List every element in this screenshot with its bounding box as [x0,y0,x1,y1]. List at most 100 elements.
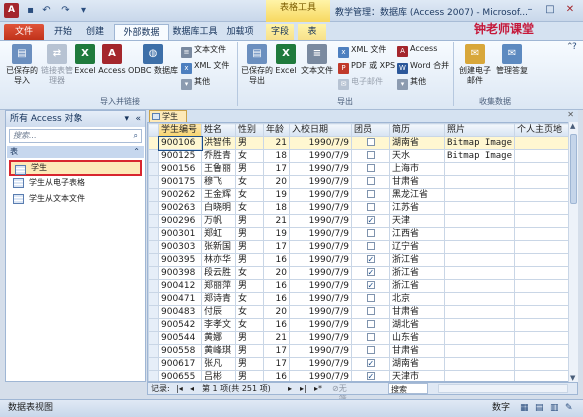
table-row[interactable]: 900412 郑丽萍男 16 1990/7/9 ✓ 浙江省 [148,279,572,293]
table-row[interactable]: 900471 郑诗青女 16 1990/7/9 北京 [148,292,572,306]
homepage-cell[interactable] [514,214,572,228]
table-cell[interactable]: 男 [235,162,264,176]
table-cell[interactable]: 女 [235,318,264,332]
table-cell[interactable]: 女 [235,305,264,319]
member-checkbox[interactable] [366,346,375,354]
member-checkbox-cell[interactable] [351,227,390,241]
member-checkbox[interactable] [366,242,375,250]
table-cell[interactable]: 1990/7/9 [289,149,352,163]
table-cell[interactable]: 上海市 [389,162,445,176]
table-row[interactable]: 900175 穆飞女 20 1990/7/9 甘肃省 [148,175,572,189]
table-cell[interactable]: 1990/7/9 [289,175,352,189]
member-checkbox[interactable] [366,294,375,302]
import-excel-button[interactable]: X Excel [74,44,96,76]
table-cell[interactable] [443,227,516,241]
member-checkbox[interactable] [366,333,375,341]
manage-replies-button[interactable]: ✉ 管理答复 [494,44,530,76]
row-selector[interactable] [148,227,159,241]
redo-icon[interactable]: ↷ [58,3,73,18]
table-cell[interactable]: 男 [235,214,264,228]
scroll-down-icon[interactable]: ▼ [570,374,575,382]
homepage-cell[interactable] [514,188,572,202]
table-cell[interactable]: 21 [263,214,290,228]
minimize-icon[interactable]: – [521,3,539,18]
table-row[interactable]: 900558 黄峰琪男 17 1990/7/9 甘肃省 [148,344,572,358]
table-cell[interactable]: 900301 [158,227,202,241]
table-cell[interactable]: 王鲁丽 [201,162,236,176]
table-cell[interactable]: 乔胜青 [201,149,236,163]
table-cell[interactable]: 1990/7/9 [289,240,352,254]
undo-icon[interactable]: ↶ [39,3,54,18]
last-record-icon[interactable]: ▸| [300,383,307,394]
table-cell[interactable]: 浙江省 [389,253,445,267]
table-cell[interactable]: 900412 [158,279,202,293]
row-selector[interactable] [148,279,159,293]
homepage-cell[interactable] [514,253,572,267]
table-cell[interactable]: 1990/7/9 [289,266,352,280]
row-selector[interactable] [148,253,159,267]
member-checkbox-cell[interactable] [351,149,390,163]
member-checkbox[interactable]: ✓ [366,216,375,225]
table-cell[interactable]: 湖北省 [389,318,445,332]
document-tab-student[interactable]: 学生 [149,110,187,122]
table-cell[interactable] [443,292,516,306]
nav-item-student-from-spreadsheet[interactable]: 学生从电子表格 [9,175,142,191]
table-cell[interactable]: 男 [235,357,264,371]
scrollbar-thumb[interactable] [570,134,577,204]
table-cell[interactable]: 北京 [389,292,445,306]
table-cell[interactable]: 900395 [158,253,202,267]
homepage-cell[interactable] [514,240,572,254]
record-position[interactable]: 第 1 项(共 251 项) [202,383,271,394]
table-row[interactable]: 900617 张凡男 17 1990/7/9 ✓ 湖南省 [148,357,572,371]
table-cell[interactable]: 1990/7/9 [289,344,352,358]
member-checkbox-cell[interactable] [351,344,390,358]
table-cell[interactable]: 天津 [389,214,445,228]
table-row[interactable]: 900542 李孝文女 16 1990/7/9 湖北省 [148,318,572,332]
table-cell[interactable]: 900558 [158,344,202,358]
homepage-cell[interactable] [514,227,572,241]
table-cell[interactable]: 浙江省 [389,279,445,293]
table-cell[interactable]: 男 [235,331,264,345]
nav-item-student-from-text[interactable]: 学生从文本文件 [9,191,142,207]
tab-add-ins[interactable]: 加载项 [222,24,258,40]
close-document-icon[interactable]: ✕ [567,110,574,119]
filter-status[interactable]: ⊘ 无筛选器 [332,383,347,415]
table-cell[interactable]: 万帆 [201,214,236,228]
column-header[interactable]: 个人主页地 [514,123,572,137]
member-checkbox[interactable] [366,307,375,315]
table-cell[interactable]: 900262 [158,188,202,202]
table-cell[interactable]: 付辰 [201,305,236,319]
table-cell[interactable]: 18 [263,201,290,215]
column-header[interactable]: 团员 [351,123,390,137]
table-cell[interactable]: 21 [263,331,290,345]
export-xml-button[interactable]: x XML 文件 [338,44,386,58]
vertical-scrollbar[interactable]: ▲ ▼ [568,122,578,382]
homepage-cell[interactable] [514,305,572,319]
member-checkbox-cell[interactable] [351,136,390,150]
table-cell[interactable]: 女 [235,149,264,163]
column-header[interactable]: 姓名 [201,123,236,137]
table-cell[interactable] [443,253,516,267]
table-cell[interactable]: 女 [235,201,264,215]
first-record-icon[interactable]: |◂ [176,383,183,394]
table-cell[interactable]: 1990/7/9 [289,331,352,345]
table-row[interactable]: 900395 林亦华男 16 1990/7/9 ✓ 浙江省 [148,253,572,267]
table-cell[interactable]: 甘肃省 [389,305,445,319]
pivot-table-view-icon[interactable]: ▤ [535,400,544,416]
table-cell[interactable]: 19 [263,227,290,241]
table-cell[interactable]: 900175 [158,175,202,189]
row-selector[interactable] [148,149,159,163]
export-text-file-button[interactable]: ≡ 文本文件 [299,44,335,76]
tab-database-tools[interactable]: 数据库工具 [172,24,218,40]
table-cell[interactable] [443,305,516,319]
member-checkbox-cell[interactable] [351,318,390,332]
table-cell[interactable]: 1990/7/9 [289,188,352,202]
homepage-cell[interactable] [514,266,572,280]
table-cell[interactable]: 1990/7/9 [289,318,352,332]
table-cell[interactable]: 900617 [158,357,202,371]
table-cell[interactable]: 1990/7/9 [289,227,352,241]
homepage-cell[interactable] [514,292,572,306]
table-cell[interactable]: 17 [263,344,290,358]
table-cell[interactable]: 20 [263,305,290,319]
pivot-chart-view-icon[interactable]: ▥ [550,400,559,416]
